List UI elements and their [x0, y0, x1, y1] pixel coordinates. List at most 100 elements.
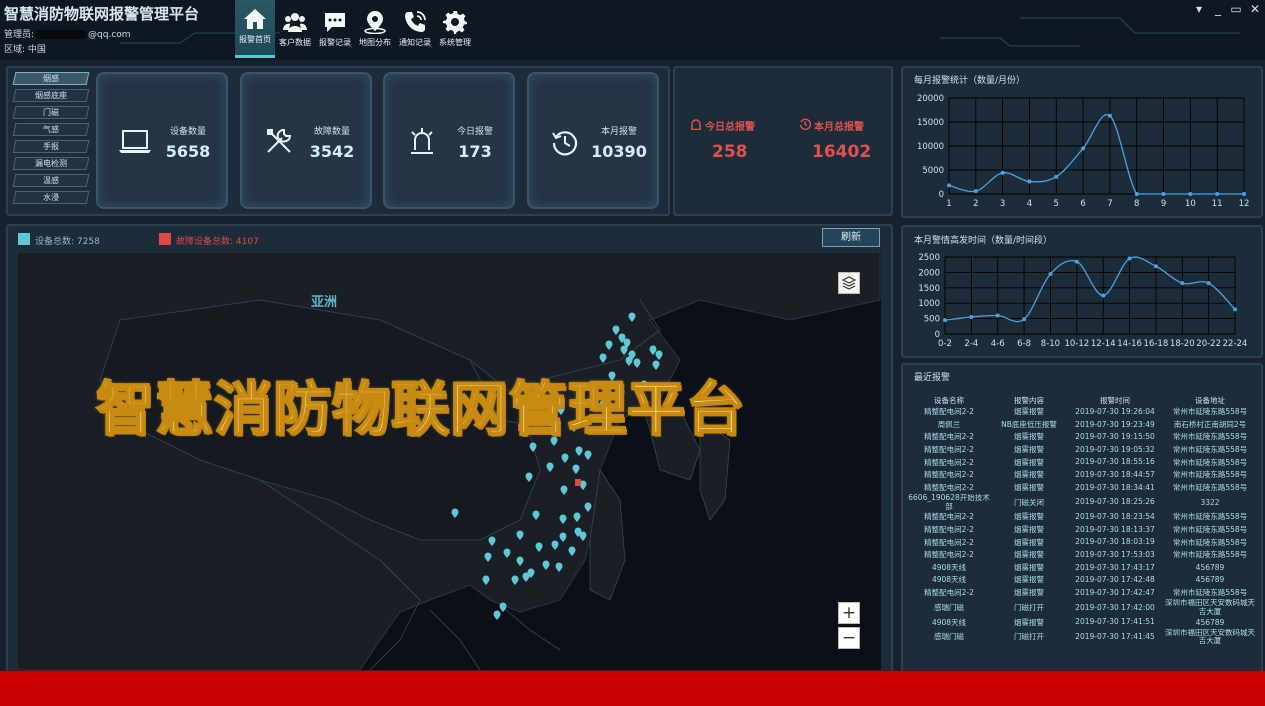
close-button[interactable]: ✕	[1248, 2, 1262, 16]
dropdown-button[interactable]: ▾	[1192, 2, 1206, 16]
table-cell: 2019-07-30 18:25:26	[1075, 497, 1155, 507]
table-row[interactable]: 精整配电间2-2 烟雾报警 2019-07-30 18:34:41 常州市延陵东路55…	[905, 482, 1255, 495]
table-row[interactable]: 精整配电间2-2 烟雾报警 2019-07-30 18:55:16 常州市延陵东路55…	[905, 456, 1255, 469]
x-tick-label: 16-18	[1144, 339, 1169, 349]
bottom-banner	[0, 671, 1265, 706]
hourly-chart-title: 本月警情高发时间（数量/时间段）	[914, 236, 1053, 246]
x-tick-label: 3	[1000, 199, 1005, 209]
nav-settings[interactable]: 系统管理	[435, 0, 475, 58]
table-cell: 4908天线	[931, 617, 967, 627]
x-tick-label: 1	[946, 199, 951, 209]
zoom-in-button[interactable]: +	[838, 602, 860, 624]
nav-label: 报警首页	[239, 35, 271, 44]
column-header: 报警内容	[1014, 395, 1044, 405]
table-cell: 2019-07-30 19:26:04	[1075, 407, 1155, 417]
table-row[interactable]: 精整配电间2-2 烟雾报警 2019-07-30 18:13:37 常州市延陵东路55…	[905, 524, 1255, 537]
table-cell: 2019-07-30 17:43:17	[1075, 562, 1155, 572]
x-tick-label: 14-16	[1117, 339, 1142, 349]
table-row[interactable]: 6606_190628开始技术部 门磁关闭 2019-07-30 18:25:26 3…	[905, 494, 1255, 511]
minimize-button[interactable]: _	[1211, 2, 1225, 16]
data-point	[1206, 281, 1211, 286]
fault-marker	[575, 479, 581, 486]
table-cell: 2019-07-30 18:13:37	[1075, 524, 1155, 534]
table-row[interactable]: 4908天线 烟雾报警 2019-07-30 17:41:51 456789	[905, 616, 1255, 629]
device-type-smoke[interactable]: 烟感	[12, 72, 90, 85]
table-cell: 烟雾报警	[1014, 512, 1044, 522]
data-point	[1000, 170, 1005, 175]
region-info: 区域: 中国	[4, 45, 46, 55]
nav-home[interactable]: 报警首页	[235, 0, 275, 58]
table-row[interactable]: 精整配电间2-2 烟雾报警 2019-07-30 18:23:54 常州市延陵东路55…	[905, 511, 1255, 524]
device-type-gas[interactable]: 气感	[12, 123, 90, 136]
nav-customers[interactable]: 客户数据	[275, 0, 315, 58]
device-type-door-sensor[interactable]: 门磁	[12, 106, 90, 119]
y-tick-label: 500	[924, 315, 940, 325]
fault-total-label: 故障设备总数: 4107	[176, 237, 259, 247]
data-point	[1242, 192, 1246, 196]
zoom-out-button[interactable]: −	[838, 627, 860, 649]
y-tick-label: 15000	[917, 118, 944, 128]
table-row[interactable]: 精整配电间2-2 烟雾报警 2019-07-30 18:03:19 常州市延陵东路55…	[905, 536, 1255, 549]
table-row[interactable]: 4908天线 烟雾报警 2019-07-30 17:42:48 456789	[905, 574, 1255, 587]
tools-icon	[267, 129, 292, 153]
table-cell: 精整配电间2-2	[924, 512, 974, 522]
nav-label: 报警记录	[319, 38, 351, 47]
nav-label: 系统管理	[439, 38, 471, 47]
device-map[interactable]: 亚洲 北 + −	[17, 252, 881, 670]
x-tick-label: 12-14	[1091, 339, 1116, 349]
x-tick-label: 4	[1027, 199, 1032, 209]
table-cell: 常州市延陵东路558号	[1172, 457, 1248, 467]
series-line	[948, 113, 1244, 195]
table-row[interactable]: 精整配电间2-2 烟雾报警 2019-07-30 18:44:57 常州市延陵东路55…	[905, 469, 1255, 482]
series-line	[944, 256, 1236, 323]
table-cell: 门磁关闭	[1014, 497, 1044, 507]
admin-info: 管理员: @qq.com	[4, 27, 131, 40]
nav-map[interactable]: 地图分布	[355, 0, 395, 58]
table-cell: 烟雾报警	[1014, 470, 1044, 480]
table-row[interactable]: 4908天线 烟雾报警 2019-07-30 17:43:17 456789	[905, 562, 1255, 575]
y-tick-label: 1000	[918, 299, 940, 309]
table-cell: 精整配电间2-2	[924, 457, 974, 467]
table-row[interactable]: 精整配电间2-2 烟雾报警 2019-07-30 19:15:50 常州市延陵东路55…	[905, 431, 1255, 444]
data-point	[1027, 179, 1032, 184]
history-icon	[799, 118, 811, 130]
x-tick-label: 4-6	[991, 339, 1005, 349]
nav-notifications[interactable]: 通知记录	[395, 0, 435, 58]
table-cell: 2019-07-30 18:34:41	[1075, 482, 1155, 492]
phone-icon	[405, 11, 426, 32]
monthly-chart-title: 每月报警统计（数量/月份）	[914, 76, 1026, 86]
table-cell: 深圳市福田区天安数码城天吉大厦	[1165, 628, 1255, 646]
device-type-leakage[interactable]: 漏电检测	[12, 157, 90, 170]
data-point	[1233, 307, 1237, 312]
device-type-smoke-base[interactable]: 烟感底座	[12, 89, 90, 102]
table-cell: 4908天线	[931, 562, 967, 572]
device-type-manual-alarm[interactable]: 手报	[12, 140, 90, 153]
table-cell: 烟雾报警	[1014, 525, 1044, 535]
device-type-water[interactable]: 水浸	[12, 191, 90, 204]
refresh-button[interactable]: 刷新	[822, 228, 880, 247]
maximize-button[interactable]: ▭	[1229, 2, 1243, 16]
device-type-temperature[interactable]: 温感	[12, 174, 90, 187]
x-tick-label: 9	[1161, 199, 1166, 209]
table-cell: 2019-07-30 17:41:45	[1075, 632, 1155, 642]
month-total-label: 本月总报警	[814, 122, 864, 133]
table-row[interactable]: 周佩兰 NB底座低压报警 2019-07-30 19:23:49 南石桥村正南胡同2号	[905, 419, 1255, 432]
table-cell: 烟雾报警	[1014, 482, 1044, 492]
table-row[interactable]: 精整配电间2-2 烟雾报警 2019-07-30 19:26:04 常州市延陵东路55…	[905, 406, 1255, 419]
nav-alarm-records[interactable]: 报警记录	[315, 0, 355, 58]
admin-label: 管理员:	[4, 30, 35, 40]
data-point	[1127, 256, 1132, 261]
column-header: 设备名称	[934, 395, 964, 405]
table-row[interactable]: 感瑞门磁 门磁打开 2019-07-30 17:41:45 深圳市福田区天安数码城天吉…	[905, 629, 1255, 646]
table-cell: 门磁打开	[1014, 632, 1044, 642]
map-layers-button[interactable]	[838, 272, 860, 294]
stat-card-faults: 故障数量 3542	[240, 72, 372, 209]
table-row[interactable]: 精整配电间2-2 烟雾报警 2019-07-30 17:53:03 常州市延陵东路55…	[905, 549, 1255, 562]
stat-value: 5658	[165, 142, 211, 161]
table-cell: 常州市延陵东路558号	[1172, 407, 1248, 417]
table-row[interactable]: 精整配电间2-2 烟雾报警 2019-07-30 19:05:32 常州市延陵东路55…	[905, 444, 1255, 457]
x-tick-label: 8-10	[1041, 339, 1060, 349]
table-row[interactable]: 精整配电间2-2 烟雾报警 2019-07-30 17:42:47 常州市延陵东路55…	[905, 587, 1255, 600]
table-row[interactable]: 感瑞门磁 门磁打开 2019-07-30 17:42:00 深圳市福田区天安数码城天吉…	[905, 599, 1255, 616]
table-cell: 2019-07-30 17:42:00	[1075, 602, 1155, 612]
